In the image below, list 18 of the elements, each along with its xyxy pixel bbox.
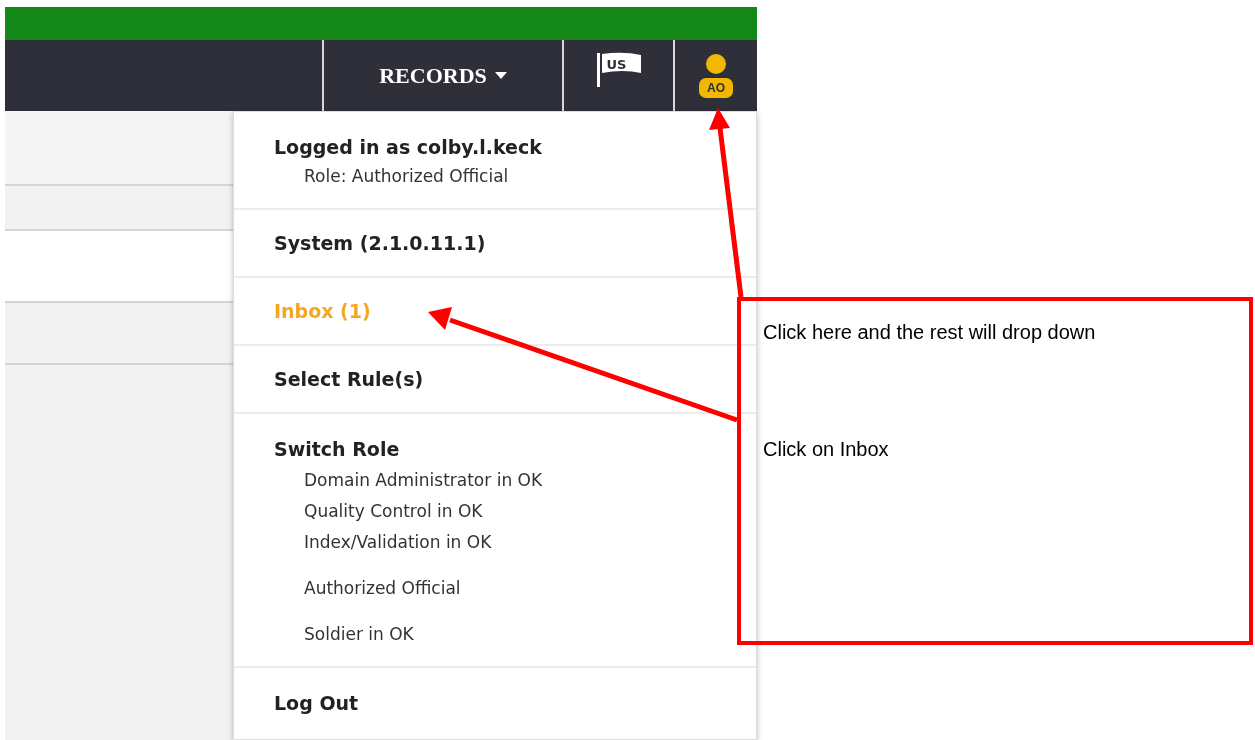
menu-item[interactable]: Select Rule(s): [274, 368, 756, 390]
person-icon: [705, 52, 727, 75]
role-option[interactable]: Authorized Official: [274, 578, 756, 598]
role-option[interactable]: Quality Control in OK: [274, 501, 756, 521]
role-option[interactable]: Index/Validation in OK: [274, 532, 756, 552]
role-label: Role: Authorized Official: [303, 166, 510, 186]
annotation-note: Click on Inbox: [763, 438, 890, 461]
user-menu-button[interactable]: AO: [695, 51, 737, 100]
menu-item[interactable]: System (2.1.0.11.1): [274, 232, 756, 254]
log-out-item[interactable]: Log Out: [274, 692, 756, 714]
role-option[interactable]: Soldier in OK: [274, 624, 756, 644]
logged-in-label: Logged in as colby.l.keck: [274, 136, 543, 158]
records-menu[interactable]: RECORDS: [373, 58, 513, 93]
caret-icon: [494, 72, 507, 79]
role-option[interactable]: Domain Administrator in OK: [274, 470, 756, 490]
annotation-note: Click here and the rest will drop down: [763, 321, 1097, 344]
flag-button[interactable]: US: [592, 50, 645, 89]
switch-role-heading: Switch Role: [274, 438, 401, 460]
